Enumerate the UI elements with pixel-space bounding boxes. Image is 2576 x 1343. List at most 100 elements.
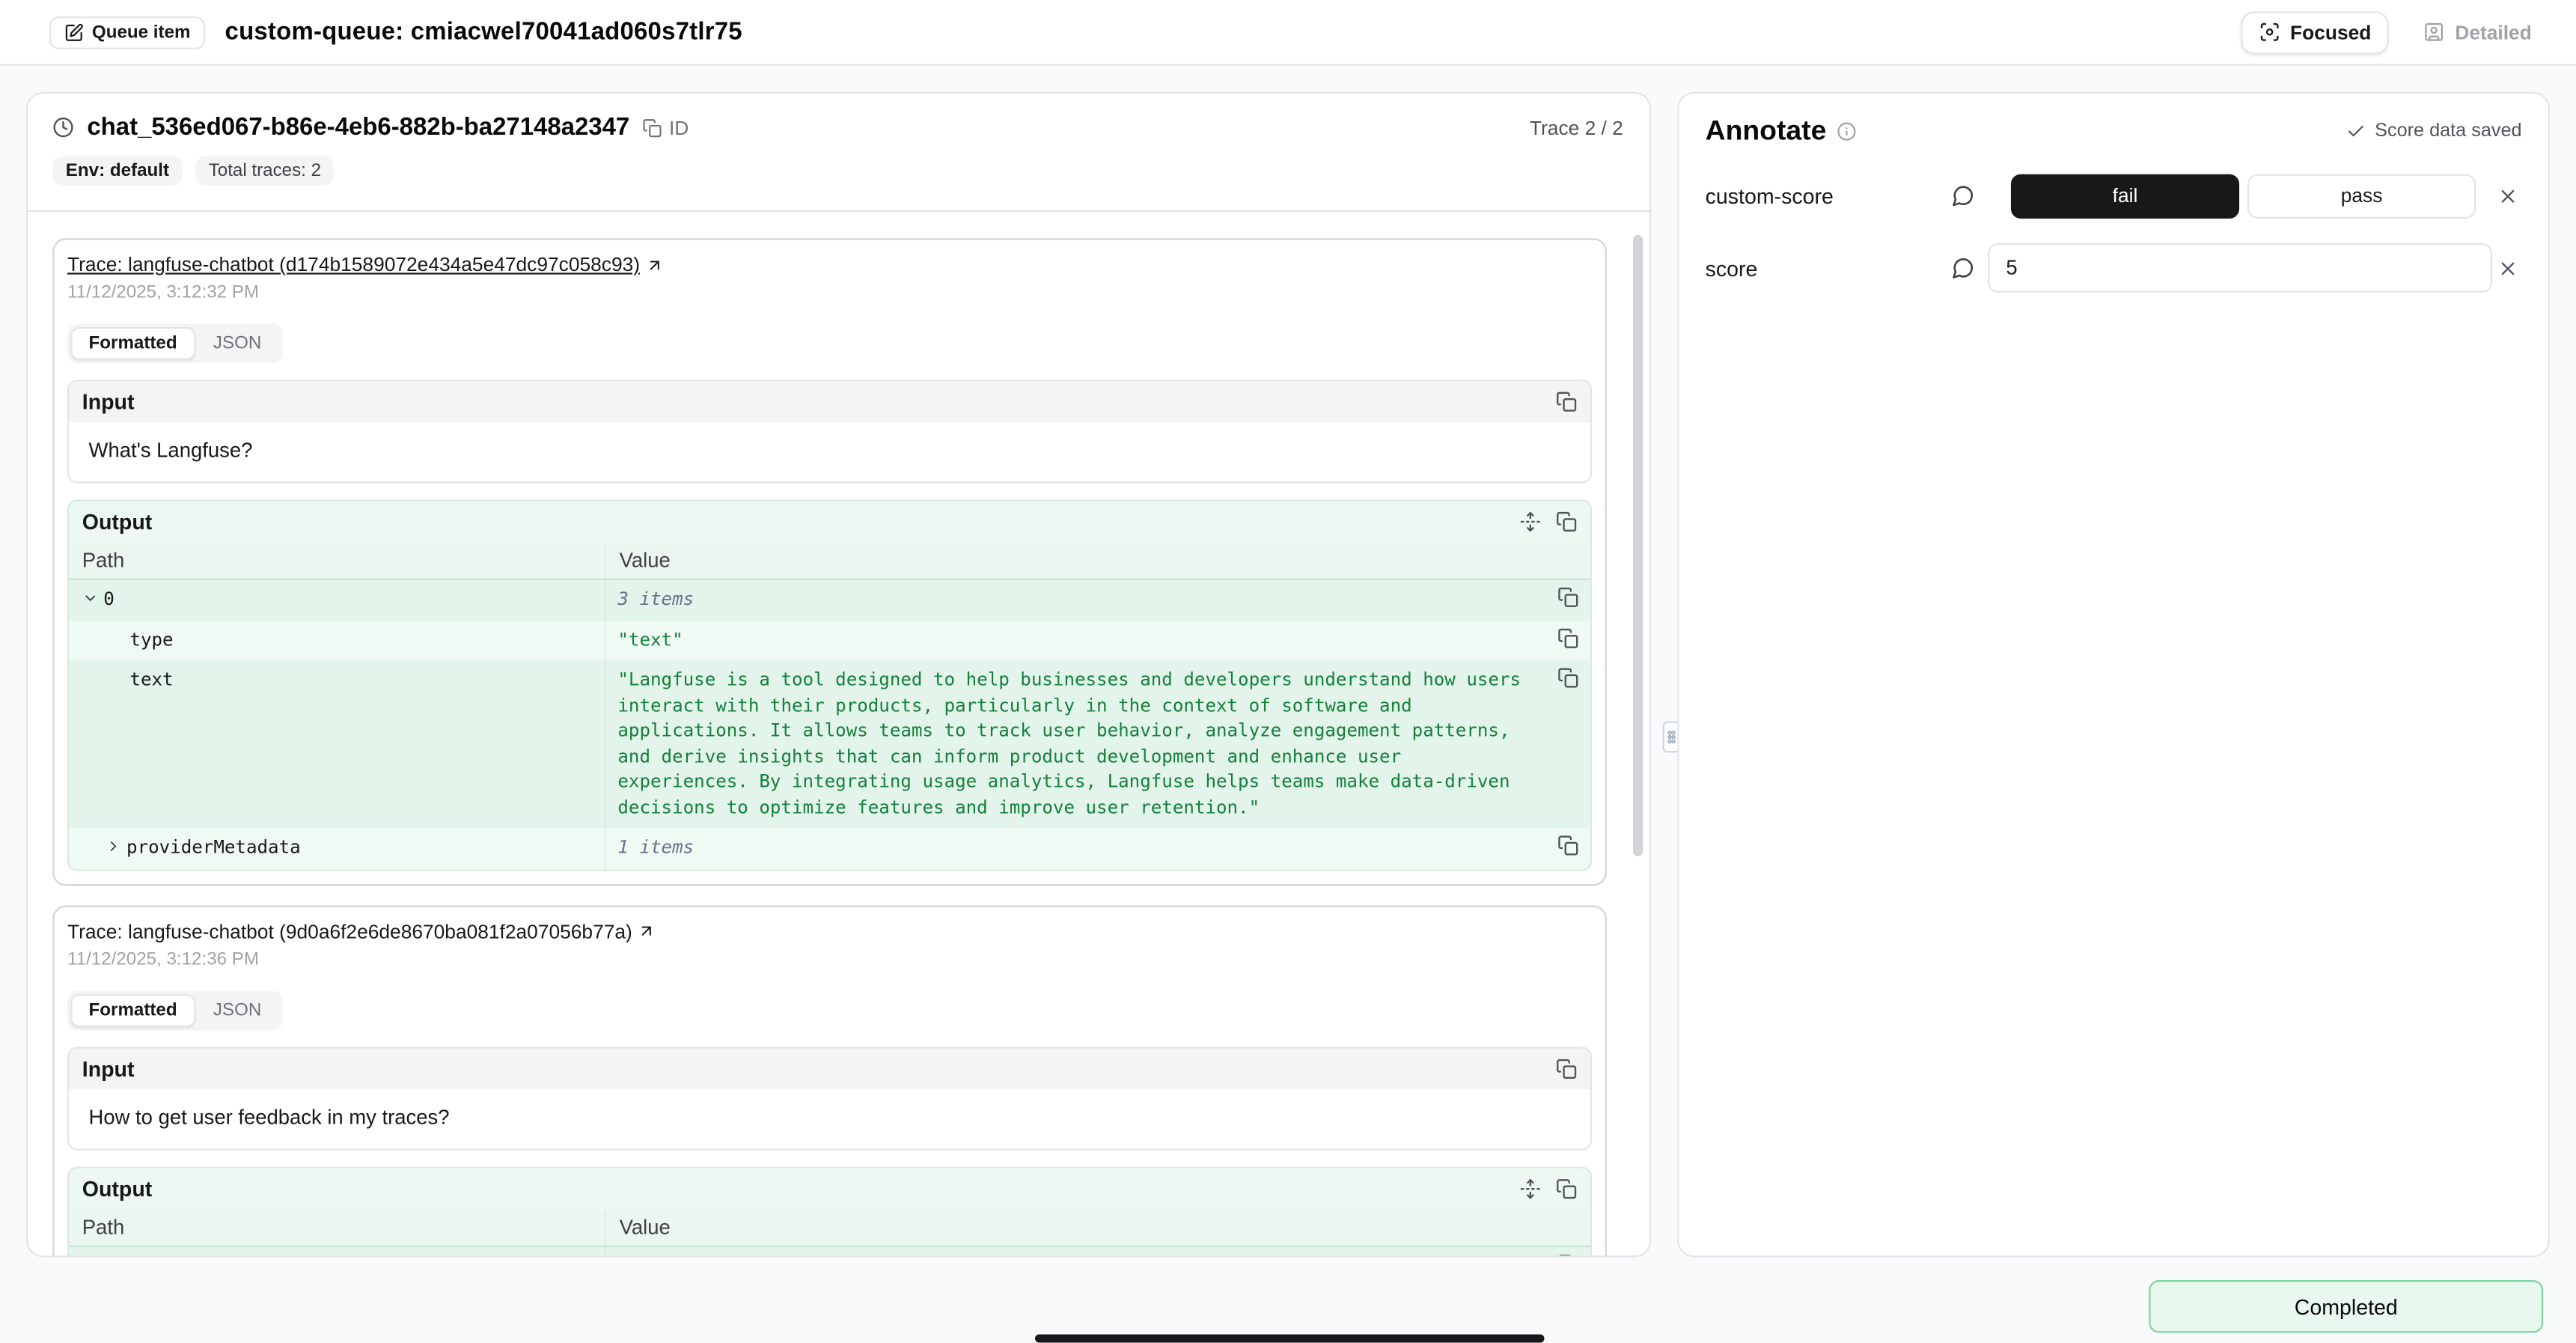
- copy-output-button[interactable]: [1556, 1178, 1578, 1199]
- focused-view-button[interactable]: Focused: [2241, 10, 2389, 53]
- app-window: Queue item custom-queue: cmiacwel70041ad…: [0, 0, 2576, 1342]
- categorical-score-options: fail pass: [2011, 174, 2476, 218]
- queue-item-badge-label: Queue item: [92, 22, 191, 42]
- comment-button[interactable]: [1952, 184, 1988, 207]
- copy-icon: [643, 118, 662, 137]
- chevron-right-icon[interactable]: [105, 838, 121, 855]
- output-json-table-1: Path Value 0 3 items: [69, 542, 1590, 868]
- score-row-custom-score: custom-score fail pass: [1706, 171, 2522, 220]
- score-option-pass[interactable]: pass: [2247, 174, 2476, 218]
- trace-counter: Trace 2 / 2: [1530, 116, 1623, 139]
- close-icon: [2497, 185, 2518, 207]
- row-value: "text": [605, 621, 1590, 661]
- tab-formatted[interactable]: Formatted: [70, 993, 195, 1026]
- row-value: 1 items: [605, 828, 1590, 868]
- copy-icon: [1557, 667, 1579, 689]
- trace-link-1[interactable]: Trace: langfuse-chatbot (d174b1589072e43…: [67, 253, 640, 276]
- row-path: type: [129, 627, 173, 652]
- completed-button[interactable]: Completed: [2149, 1280, 2543, 1333]
- save-status: Score data saved: [2347, 121, 2522, 141]
- score-option-fail[interactable]: fail: [2011, 174, 2239, 218]
- output-label: Output: [82, 510, 153, 535]
- score-name: score: [1706, 255, 1952, 280]
- copy-icon: [1556, 1178, 1578, 1199]
- trace-timestamp-2: 11/12/2025, 3:12:36 PM: [67, 949, 1592, 969]
- chevron-down-icon[interactable]: [82, 1256, 99, 1257]
- copy-input-button[interactable]: [1556, 1058, 1578, 1079]
- input-label: Input: [82, 1056, 135, 1080]
- table-row: 0 3 items: [69, 580, 1590, 621]
- id-label: ID: [669, 116, 689, 139]
- chevron-down-icon[interactable]: [82, 590, 99, 606]
- trace-card-header: chat_536ed067-b86e-4eb6-882b-ba27148a234…: [28, 94, 1649, 212]
- input-section-1: Input What's Langfuse?: [67, 380, 1592, 483]
- output-label: Output: [82, 1176, 153, 1201]
- queue-pen-icon: [64, 22, 84, 42]
- copy-row-button[interactable]: [1557, 835, 1579, 856]
- copy-icon: [1557, 627, 1579, 648]
- info-icon[interactable]: [1837, 121, 1856, 141]
- expand-rows-button[interactable]: [1520, 1178, 1542, 1199]
- copy-output-button[interactable]: [1556, 511, 1578, 533]
- remove-score-button[interactable]: [2492, 258, 2522, 279]
- row-value: "Langfuse is a tool designed to help bus…: [605, 660, 1590, 828]
- copy-row-button[interactable]: [1557, 587, 1579, 609]
- unfold-vertical-icon: [1520, 511, 1542, 533]
- comment-button[interactable]: [1952, 256, 1988, 279]
- close-icon: [2497, 258, 2518, 279]
- copy-row-button[interactable]: [1557, 627, 1579, 648]
- copy-icon: [1556, 1058, 1578, 1079]
- trace-link-2[interactable]: Trace: langfuse-chatbot (9d0a6f2e6de8670…: [67, 919, 632, 942]
- main-area: chat_536ed067-b86e-4eb6-882b-ba27148a234…: [0, 66, 2576, 1343]
- expand-rows-button[interactable]: [1520, 511, 1542, 533]
- external-link-icon: [645, 255, 663, 273]
- score-row-score: score: [1706, 243, 2522, 293]
- row-path: 0: [103, 587, 115, 612]
- input-section-2: Input How to get user feedback in my tra…: [67, 1046, 1592, 1149]
- tab-formatted[interactable]: Formatted: [70, 327, 195, 360]
- view-mode-toggle: Focused Detailed: [2241, 10, 2550, 53]
- copy-icon: [1556, 391, 1578, 412]
- copy-id-button[interactable]: ID: [643, 116, 689, 139]
- tab-json[interactable]: JSON: [195, 993, 280, 1026]
- format-tabs-2: Formatted JSON: [67, 990, 283, 1030]
- queue-item-name: chat_536ed067-b86e-4eb6-882b-ba27148a234…: [87, 113, 629, 141]
- annotate-panel: Annotate Score data saved custom-score: [1677, 92, 2550, 1257]
- remove-score-button[interactable]: [2492, 185, 2522, 207]
- row-value: 3 items: [605, 580, 1590, 621]
- copy-row-button[interactable]: [1557, 667, 1579, 689]
- vertical-scrollbar-thumb[interactable]: [1633, 235, 1643, 856]
- external-link-icon: [637, 922, 655, 940]
- copy-icon: [1557, 1253, 1579, 1257]
- row-path: providerMetadata: [126, 835, 301, 860]
- column-header-value: Value: [605, 542, 1590, 578]
- detailed-view-label: Detailed: [2455, 20, 2531, 43]
- row-path: text: [129, 667, 173, 692]
- trace-box-1: Trace: langfuse-chatbot (d174b1589072e43…: [52, 238, 1607, 885]
- score-value-input[interactable]: [1988, 243, 2492, 293]
- save-status-label: Score data saved: [2375, 121, 2522, 141]
- column-header-path: Path: [69, 1209, 605, 1245]
- tab-json[interactable]: JSON: [195, 327, 280, 360]
- annotate-title: Annotate: [1706, 115, 1827, 148]
- check-icon: [2347, 121, 2366, 141]
- table-row: type "text": [69, 621, 1590, 661]
- row-value: 3 items: [605, 1246, 1590, 1257]
- input-value-2: How to get user feedback in my traces?: [69, 1088, 1590, 1148]
- table-row: providerMetadata 1 items: [69, 828, 1590, 868]
- copy-row-button[interactable]: [1557, 1253, 1579, 1257]
- copy-input-button[interactable]: [1556, 391, 1578, 412]
- detailed-view-button[interactable]: Detailed: [2405, 10, 2549, 53]
- copy-icon: [1556, 511, 1578, 533]
- message-circle-icon: [1952, 184, 1975, 207]
- output-section-2: Output: [67, 1166, 1592, 1257]
- output-json-table-2: Path Value 0 3 items: [69, 1209, 1590, 1258]
- total-traces-badge: Total traces: 2: [195, 156, 334, 186]
- horizontal-scrollbar-thumb[interactable]: [1035, 1335, 1545, 1343]
- table-row: text "Langfuse is a tool designed to hel…: [69, 660, 1590, 828]
- unfold-vertical-icon: [1520, 1178, 1542, 1199]
- input-label: Input: [82, 389, 135, 414]
- score-name: custom-score: [1706, 183, 1952, 208]
- trace-scroll-area[interactable]: Trace: langfuse-chatbot (d174b1589072e43…: [28, 212, 1651, 1257]
- clock-icon: [52, 117, 74, 138]
